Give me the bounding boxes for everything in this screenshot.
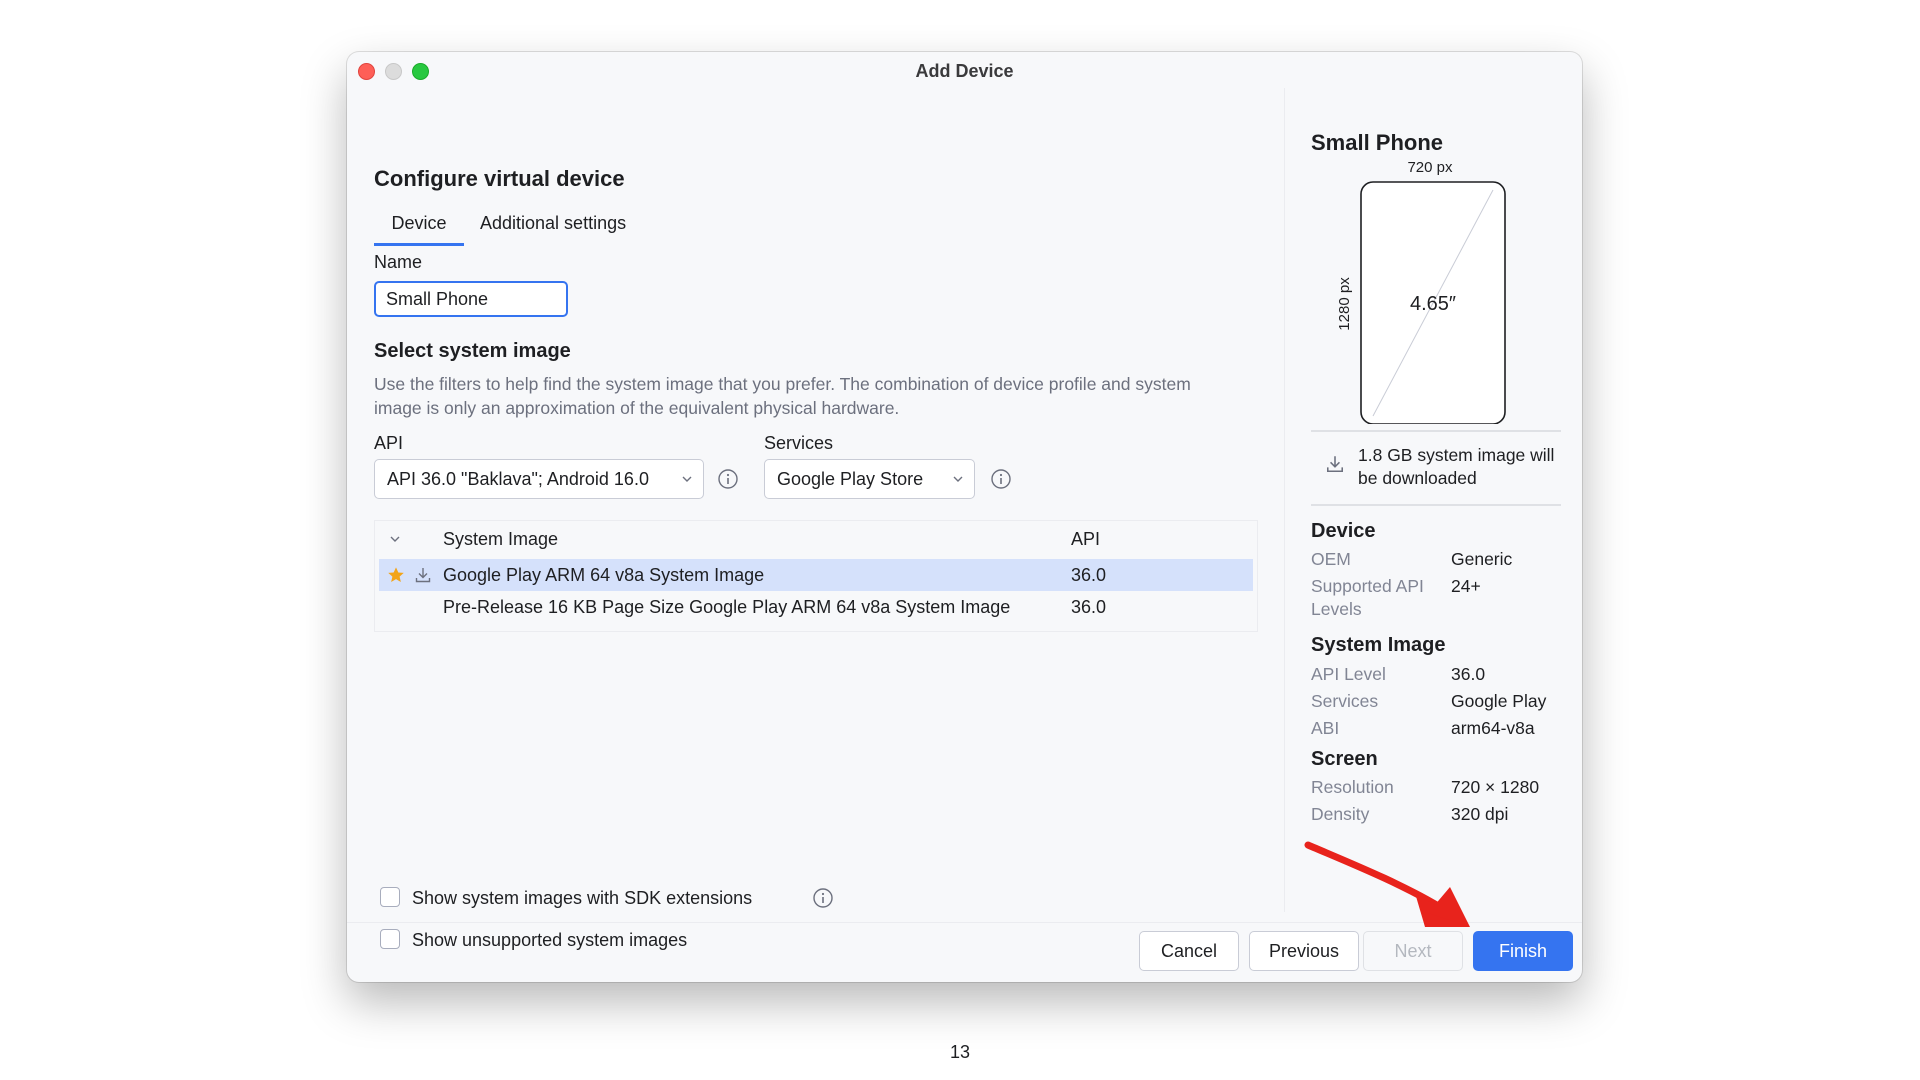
oem-value: Generic <box>1451 549 1513 569</box>
sdk-extensions-label[interactable]: Show system images with SDK extensions <box>412 887 752 909</box>
configure-panel: Configure virtual device Device Addition… <box>347 88 1284 950</box>
preview-width-label: 720 px <box>1407 159 1453 176</box>
info-icon[interactable] <box>717 468 739 490</box>
services-info-value: Google Play <box>1451 691 1547 711</box>
supported-api-levels-value: 24+ <box>1451 576 1481 596</box>
download-icon <box>415 568 431 583</box>
table-row[interactable]: Google Play ARM 64 v8a System Image 36.0 <box>379 559 1253 591</box>
previous-button[interactable]: Previous <box>1249 931 1359 971</box>
phone-preview: 720 px 1280 px 4.65″ <box>1336 159 1506 424</box>
api-dropdown-value: API 36.0 "Baklava"; Android 16.0 <box>387 469 649 489</box>
window-title: Add Device <box>915 61 1014 81</box>
screen-section-title: Screen <box>1311 748 1378 770</box>
system-image-table: System Image API Google Play ARM 64 v8a … <box>374 520 1258 632</box>
resolution-value: 720 × 1280 <box>1451 777 1540 797</box>
row-api-level: 36.0 <box>1071 597 1107 617</box>
chevron-down-icon <box>953 476 963 482</box>
sdk-extensions-checkbox[interactable] <box>380 887 400 907</box>
next-button[interactable]: Next <box>1363 931 1463 971</box>
services-dropdown[interactable]: Google Play Store <box>764 459 975 499</box>
column-header-api[interactable]: API <box>1071 521 1100 557</box>
abi-value: arm64-v8a <box>1451 718 1535 738</box>
row-system-image-name: Google Play ARM 64 v8a System Image <box>443 565 765 585</box>
device-section-title: Device <box>1311 520 1376 542</box>
services-info-label: Services <box>1311 691 1379 711</box>
table-row[interactable]: Pre-Release 16 KB Page Size Google Play … <box>379 591 1253 623</box>
info-icon[interactable] <box>812 887 834 909</box>
preview-height-label: 1280 px <box>1336 277 1353 331</box>
column-header-system-image[interactable]: System Image <box>443 521 558 557</box>
finish-button[interactable]: Finish <box>1473 931 1573 971</box>
tab-device[interactable]: Device <box>374 203 464 246</box>
density-value: 320 dpi <box>1451 804 1509 824</box>
api-label: API <box>374 433 404 453</box>
page-title: Configure virtual device <box>374 166 625 191</box>
name-label: Name <box>374 252 423 272</box>
tab-additional-settings[interactable]: Additional settings <box>480 203 626 243</box>
density-label: Density <box>1311 804 1370 824</box>
abi-label: ABI <box>1311 718 1340 738</box>
chevron-down-icon[interactable] <box>389 533 401 545</box>
select-system-image-title: Select system image <box>374 340 571 362</box>
resolution-label: Resolution <box>1311 777 1394 797</box>
device-summary-title: Small Phone <box>1311 130 1444 155</box>
system-image-description: Use the filters to help find the system … <box>374 374 1191 418</box>
services-dropdown-value: Google Play Store <box>777 469 924 489</box>
services-label: Services <box>764 433 834 453</box>
download-size-text: 1.8 GB system image will be downloaded <box>1358 445 1555 488</box>
star-icon <box>388 567 404 583</box>
api-level-label: API Level <box>1311 664 1386 684</box>
page-number: 13 <box>949 1042 971 1062</box>
api-dropdown[interactable]: API 36.0 "Baklava"; Android 16.0 <box>374 459 704 499</box>
device-name-input[interactable] <box>374 281 568 317</box>
device-summary-panel: Small Phone 720 px 1280 px 4.65″ 1.8 GB … <box>1284 88 1582 912</box>
cancel-button[interactable]: Cancel <box>1139 931 1239 971</box>
row-api-level: 36.0 <box>1071 565 1107 585</box>
download-icon <box>1327 456 1343 472</box>
supported-api-levels-label: Supported API Levels <box>1311 576 1424 619</box>
info-icon[interactable] <box>990 468 1012 490</box>
download-notice: 1.8 GB system image will be downloaded <box>1311 430 1561 506</box>
annotation-arrow-icon <box>1304 841 1470 927</box>
chevron-down-icon <box>682 476 692 482</box>
row-system-image-name: Pre-Release 16 KB Page Size Google Play … <box>443 597 1011 617</box>
api-level-value: 36.0 <box>1451 664 1486 684</box>
oem-label: OEM <box>1311 549 1351 569</box>
system-image-section-title: System Image <box>1311 634 1446 656</box>
title-bar: Add Device <box>347 52 1582 88</box>
preview-diagonal-label: 4.65″ <box>1410 293 1456 315</box>
